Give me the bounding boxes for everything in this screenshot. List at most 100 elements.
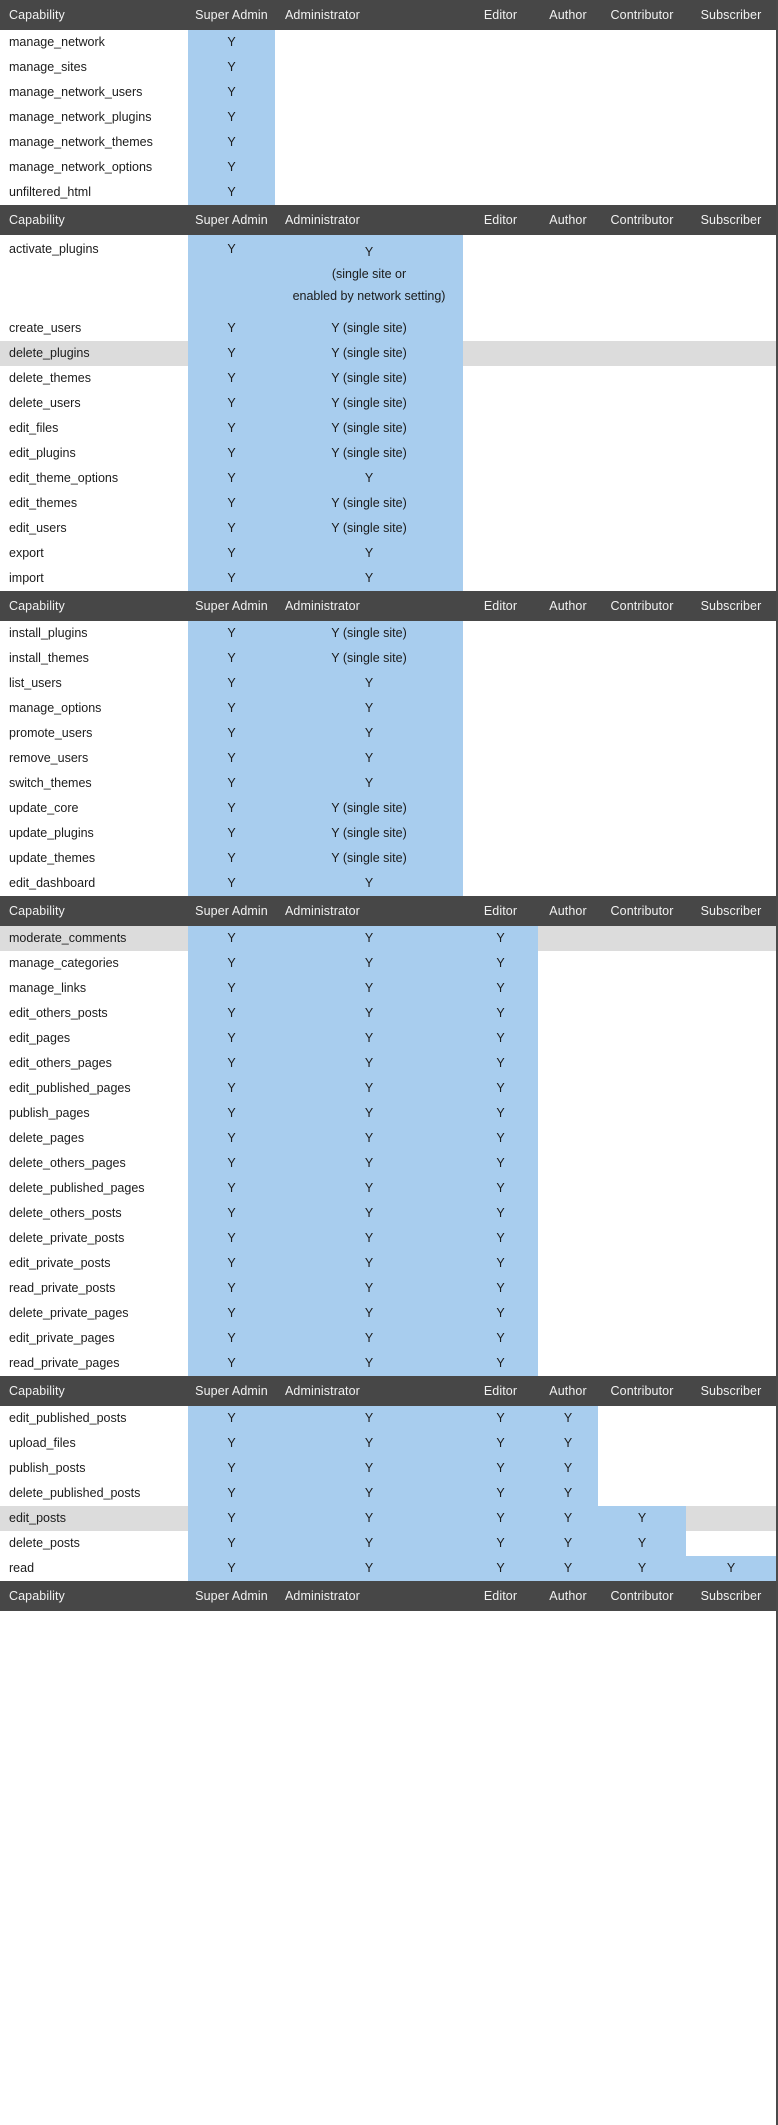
capability-name-cell: publish_pages [9, 1105, 90, 1120]
cell-editor: Y [463, 951, 538, 976]
cell-author [538, 541, 598, 566]
cell-editor [463, 316, 538, 341]
cell-administrator: Y [275, 1431, 463, 1456]
cell-author [538, 771, 598, 796]
cell-contributor [598, 1481, 686, 1506]
cell-subscriber [686, 1126, 776, 1151]
table-row: edit_private_pages Y Y Y [0, 1326, 776, 1351]
cell-contributor [598, 1251, 686, 1276]
capability-name-cell: edit_theme_options [9, 470, 119, 485]
cell-contributor [598, 491, 686, 516]
cell-super-admin: Y [188, 671, 275, 696]
cell-contributor [598, 316, 686, 341]
table-row: manage_network_plugins Y [0, 105, 776, 130]
cell-author [538, 105, 598, 130]
cell-administrator: Y [275, 696, 463, 721]
cell-subscriber [686, 491, 776, 516]
capability-name-cell: install_themes [9, 650, 89, 665]
column-header-subscriber: Subscriber [686, 591, 776, 621]
cell-contributor [598, 1051, 686, 1076]
cell-contributor [598, 1431, 686, 1456]
column-header-capability: Capability [0, 1581, 188, 1611]
capability-name-cell: promote_users [9, 725, 93, 740]
cell-subscriber [686, 1301, 776, 1326]
column-header-contributor: Contributor [598, 591, 686, 621]
cell-subscriber [686, 671, 776, 696]
table-row: remove_users Y Y [0, 746, 776, 771]
table-row: edit_pages Y Y Y [0, 1026, 776, 1051]
column-header-subscriber: Subscriber [686, 1581, 776, 1611]
cell-author [538, 566, 598, 591]
cell-contributor [598, 391, 686, 416]
capability-name-cell: unfiltered_html [9, 184, 91, 199]
cell-super-admin: Y [188, 466, 275, 491]
cell-contributor [598, 771, 686, 796]
cell-contributor [598, 1026, 686, 1051]
cell-editor [463, 491, 538, 516]
table-row: promote_users Y Y [0, 721, 776, 746]
capability-name-cell: delete_posts [9, 1535, 80, 1550]
cell-editor: Y [463, 1076, 538, 1101]
table-row: delete_published_pages Y Y Y [0, 1176, 776, 1201]
capability-name-cell: update_core [9, 800, 79, 815]
column-header-administrator: Administrator [275, 591, 463, 621]
cell-administrator: Y (single site) [275, 621, 463, 646]
column-header-subscriber: Subscriber [686, 1376, 776, 1406]
column-header-editor: Editor [463, 0, 538, 30]
table-header-row: Capability Super Admin Administrator Editor… [0, 591, 776, 621]
column-header-author: Author [538, 1581, 598, 1611]
cell-author [538, 516, 598, 541]
capability-name-cell: read_private_posts [9, 1280, 116, 1295]
cell-administrator: Y [275, 1506, 463, 1531]
capability-name-cell: list_users [9, 675, 62, 690]
capability-name-cell: remove_users [9, 750, 89, 765]
cell-contributor [598, 105, 686, 130]
cell-author [538, 341, 598, 366]
cell-contributor [598, 441, 686, 466]
cell-contributor [598, 976, 686, 1001]
cell-super-admin: Y [188, 491, 275, 516]
cell-contributor [598, 1226, 686, 1251]
cell-line: Y [364, 245, 374, 259]
cell-editor [463, 696, 538, 721]
cell-author [538, 1251, 598, 1276]
cell-contributor [598, 235, 686, 316]
table-row: install_themes Y Y (single site) [0, 646, 776, 671]
cell-administrator: Y [275, 1456, 463, 1481]
cell-contributor [598, 341, 686, 366]
capability-name-cell: manage_categories [9, 955, 119, 970]
cell-author [538, 1051, 598, 1076]
cell-administrator: Y [275, 1051, 463, 1076]
table-row: install_plugins Y Y (single site) [0, 621, 776, 646]
cell-line: enabled by network setting) [292, 288, 446, 303]
cell-subscriber [686, 80, 776, 105]
column-header-super-admin: Super Admin [188, 896, 275, 926]
table-row: read_private_posts Y Y Y [0, 1276, 776, 1301]
table-row: manage_network_users Y [0, 80, 776, 105]
cell-subscriber [686, 130, 776, 155]
column-header-editor: Editor [463, 1581, 538, 1611]
cell-subscriber [686, 696, 776, 721]
cell-subscriber [686, 1481, 776, 1506]
table-row: update_themes Y Y (single site) [0, 846, 776, 871]
column-header-administrator: Administrator [275, 1376, 463, 1406]
cell-editor: Y [463, 1201, 538, 1226]
cell-contributor [598, 55, 686, 80]
capability-name-cell: update_plugins [9, 825, 94, 840]
cell-author [538, 1276, 598, 1301]
cell-administrator [275, 105, 463, 130]
capability-table-admin-b: Capability Super Admin Administrator Editor… [0, 591, 776, 896]
column-header-capability: Capability [0, 0, 188, 30]
cell-editor: Y [463, 1481, 538, 1506]
cell-super-admin: Y [188, 1051, 275, 1076]
cell-author [538, 1076, 598, 1101]
cell-editor [463, 466, 538, 491]
cell-administrator: Y (single site) [275, 516, 463, 541]
column-header-author: Author [538, 205, 598, 235]
cell-super-admin: Y [188, 621, 275, 646]
column-header-super-admin: Super Admin [188, 591, 275, 621]
cell-administrator: Y (single site) [275, 491, 463, 516]
cell-administrator: Y (single site) [275, 341, 463, 366]
capability-name-cell: delete_users [9, 395, 81, 410]
cell-editor: Y [463, 1051, 538, 1076]
